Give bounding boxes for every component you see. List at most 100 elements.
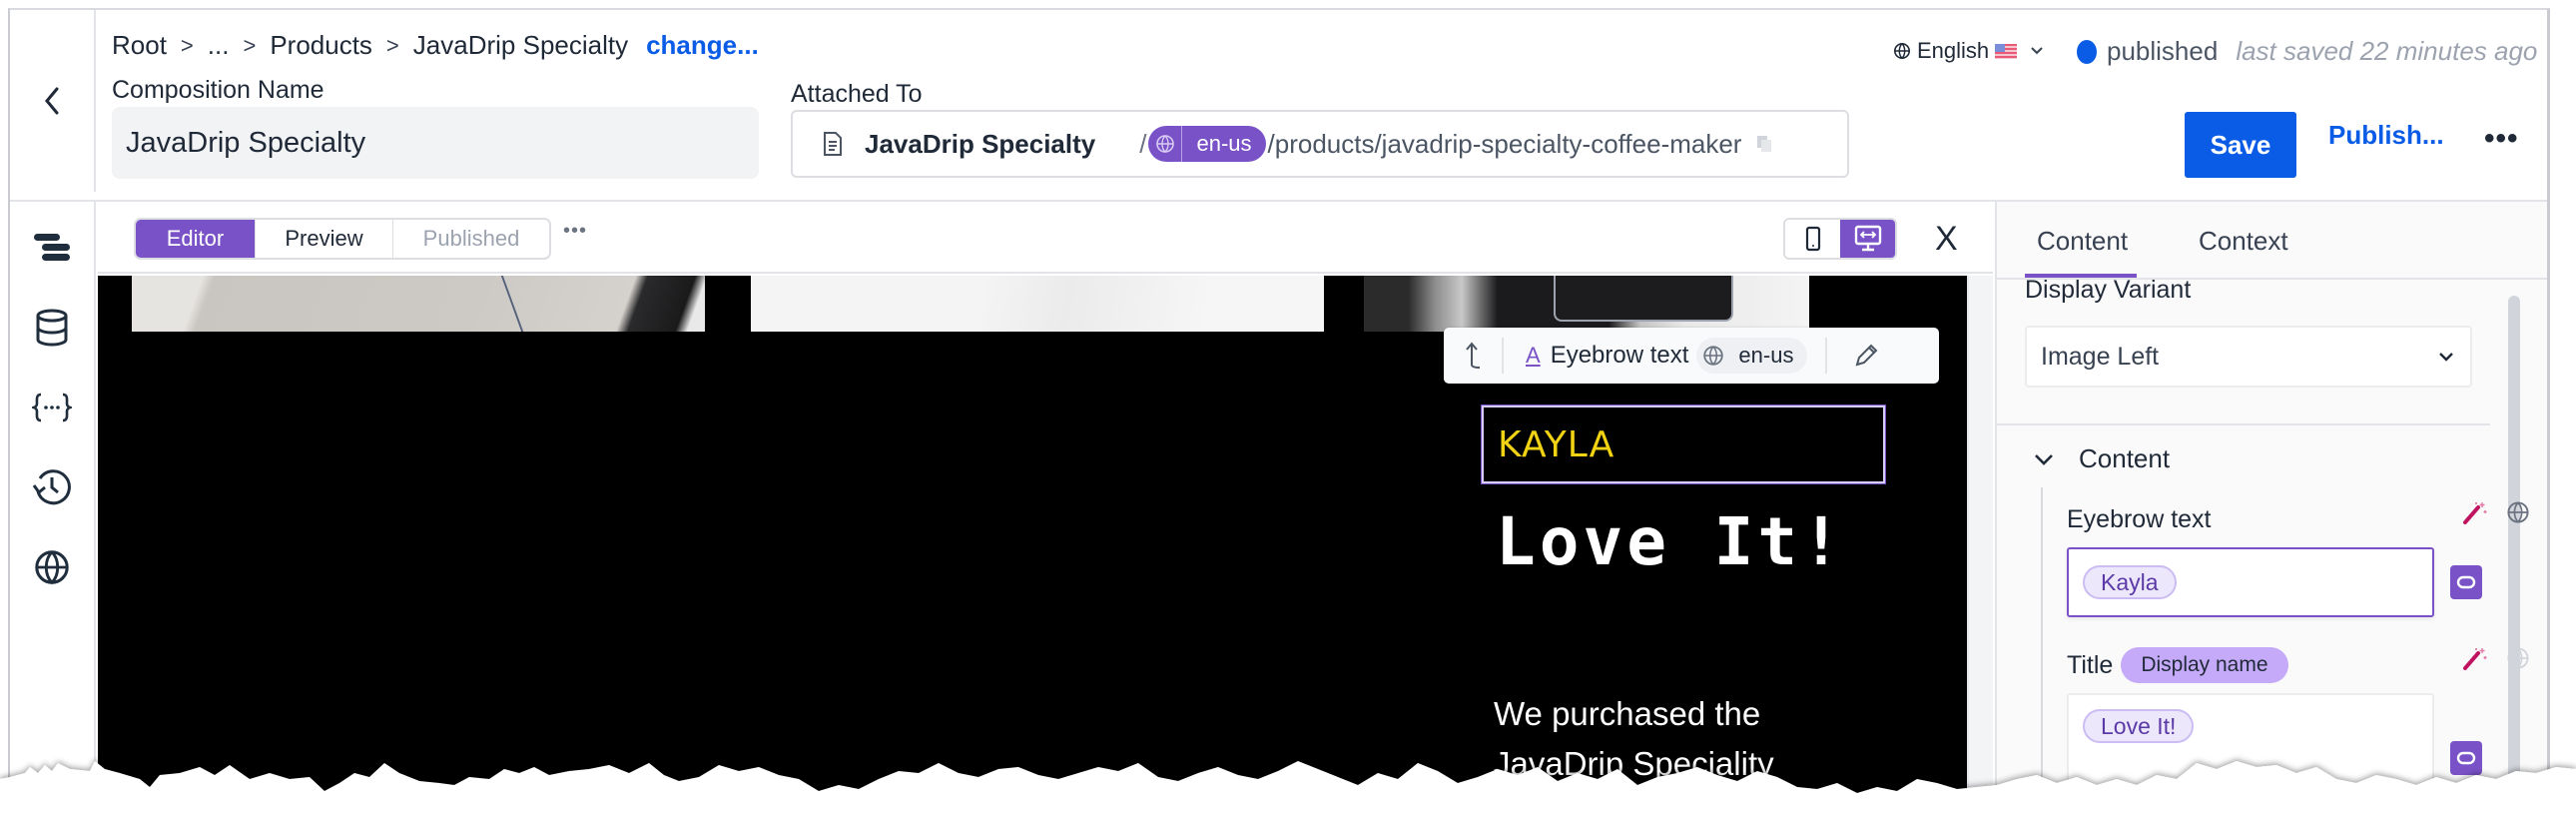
display-name-badge: Display name: [2121, 647, 2288, 683]
eyebrow-link-button[interactable]: [2450, 565, 2482, 599]
magic-wand-icon[interactable]: [2462, 499, 2488, 525]
eyebrow-field-label: Eyebrow text: [2067, 505, 2212, 534]
breadcrumb: Root > ... > Products > JavaDrip Special…: [112, 30, 759, 61]
content-section-label: Content: [2079, 443, 2171, 473]
structure-icon: [34, 234, 70, 261]
locale-code: en-us: [1196, 131, 1252, 156]
panel-scrollbar[interactable]: [2508, 296, 2520, 785]
dynamic-token-chip[interactable]: Kayla: [2083, 565, 2177, 599]
arrow-up-parent-icon: [1466, 342, 1481, 369]
history-button[interactable]: [30, 465, 74, 509]
product-image-3[interactable]: [1364, 276, 1809, 332]
section-divider: [1997, 423, 2490, 425]
eyebrow-text-element[interactable]: KAYLA: [1481, 405, 1886, 484]
globe-icon[interactable]: [2506, 500, 2530, 524]
panel-tabs: Content Context: [1997, 202, 2547, 280]
change-link[interactable]: change...: [646, 30, 759, 61]
breadcrumb-root[interactable]: Root: [112, 30, 167, 61]
close-canvas-button[interactable]: X: [1935, 220, 1958, 259]
breadcrumb-products[interactable]: Products: [270, 30, 372, 61]
more-actions-button[interactable]: •••: [2484, 122, 2519, 156]
breadcrumb-current: JavaDrip Specialty: [412, 30, 629, 60]
torn-edge-decoration: [0, 761, 2576, 819]
eyebrow-text-input[interactable]: Kayla: [2067, 547, 2434, 617]
edit-field-button[interactable]: [1825, 338, 1879, 374]
coffee-maker-panel: [1554, 276, 1733, 322]
chevron-down-icon: [2031, 47, 2043, 55]
mobile-icon: [1805, 226, 1820, 252]
desktop-view-button[interactable]: [1840, 220, 1895, 258]
composition-name-label: Composition Name: [112, 76, 324, 104]
content-section-toggle[interactable]: Content: [2033, 443, 2170, 474]
pencil-icon: [1856, 344, 1878, 367]
field-locale-badge: en-us: [1696, 338, 1808, 374]
canvas-more-button[interactable]: •••: [563, 220, 587, 243]
mobile-view-button[interactable]: [1785, 220, 1840, 258]
hero-title[interactable]: Love It!: [1496, 503, 1845, 580]
chevron-down-icon: [2439, 353, 2453, 362]
globe-icon: [35, 550, 69, 585]
globe-icon: [2507, 647, 2529, 669]
breadcrumb-separator: >: [385, 32, 399, 58]
title-field-label: Title Display name: [2067, 647, 2288, 683]
attached-path: /products/javadrip-specialty-coffee-make…: [1267, 128, 1742, 159]
database-icon: [36, 309, 68, 347]
text-field-icon: A: [1526, 343, 1541, 368]
last-saved-text: last saved 22 minutes ago: [2236, 36, 2538, 66]
status-dot: [2077, 39, 2097, 64]
tab-context[interactable]: Context: [2199, 226, 2288, 257]
copy-icon[interactable]: [1755, 134, 1773, 154]
language-label: English: [1917, 38, 1990, 63]
tab-editor[interactable]: Editor: [136, 220, 256, 258]
eyebrow-text: KAYLA: [1498, 423, 1615, 465]
dynamic-token-chip[interactable]: Love It!: [2083, 709, 2195, 743]
structure-button[interactable]: [30, 226, 74, 270]
globe-icon: [1893, 42, 1911, 60]
path-separator: /: [1139, 128, 1147, 159]
device-toggle: [1783, 218, 1897, 260]
globe-icon: [1148, 126, 1183, 162]
status-label: published: [2107, 36, 2219, 66]
document-icon: [824, 132, 842, 156]
eyebrow-field-actions: [2462, 499, 2530, 525]
properties-panel: Content Context Display Variant Image Le…: [1995, 202, 2547, 819]
breadcrumb-ellipsis[interactable]: ...: [208, 30, 230, 61]
tab-preview[interactable]: Preview: [256, 220, 393, 258]
history-icon: [32, 469, 71, 505]
attached-entry-name: JavaDrip Specialty: [865, 128, 1096, 159]
tab-content[interactable]: Content: [2037, 226, 2128, 257]
canvas-toolbar: Editor Preview Published ••• X: [98, 202, 1993, 274]
publish-button[interactable]: Publish...: [2328, 120, 2444, 151]
attached-to-field[interactable]: JavaDrip Specialty / en-us /products/jav…: [791, 110, 1849, 178]
locale-pill[interactable]: en-us: [1148, 126, 1266, 162]
breadcrumb-separator: >: [180, 32, 194, 58]
parameters-button[interactable]: [30, 386, 74, 429]
chevron-down-icon: [2035, 453, 2053, 465]
preview-canvas: A Eyebrow text en-us KAYLA Love It! We p…: [98, 276, 1967, 819]
display-variant-label: Display Variant: [2025, 276, 2192, 304]
attached-to-label: Attached To: [791, 80, 923, 108]
magic-wand-icon[interactable]: [2462, 645, 2488, 671]
back-button[interactable]: [10, 10, 96, 192]
select-parent-button[interactable]: [1444, 338, 1504, 374]
product-image-2[interactable]: [751, 276, 1324, 332]
save-button[interactable]: Save: [2185, 112, 2296, 178]
selected-field: A Eyebrow text: [1526, 342, 1688, 370]
chevron-left-icon: [45, 87, 59, 115]
app-window: Root > ... > Products > JavaDrip Special…: [8, 8, 2550, 819]
title-field-actions: [2462, 645, 2530, 671]
composition-name-input[interactable]: JavaDrip Specialty: [112, 107, 759, 179]
selected-field-label: Eyebrow text: [1550, 342, 1689, 369]
view-mode-tabs: Editor Preview Published: [134, 218, 551, 260]
product-image-1[interactable]: [132, 276, 705, 332]
canvas-gutter: [1967, 276, 1993, 819]
language-selector[interactable]: English: [1893, 38, 2045, 64]
display-variant-select[interactable]: Image Left: [2025, 326, 2472, 388]
eyebrow-field-label-text: Eyebrow text: [2067, 505, 2212, 533]
field-locale-code: en-us: [1738, 343, 1794, 368]
publish-status: published last saved 22 minutes ago: [2077, 36, 2537, 67]
tab-published[interactable]: Published: [393, 220, 549, 258]
data-button[interactable]: [30, 306, 74, 350]
globe-icon: [1703, 346, 1724, 366]
localization-button[interactable]: [30, 545, 74, 589]
